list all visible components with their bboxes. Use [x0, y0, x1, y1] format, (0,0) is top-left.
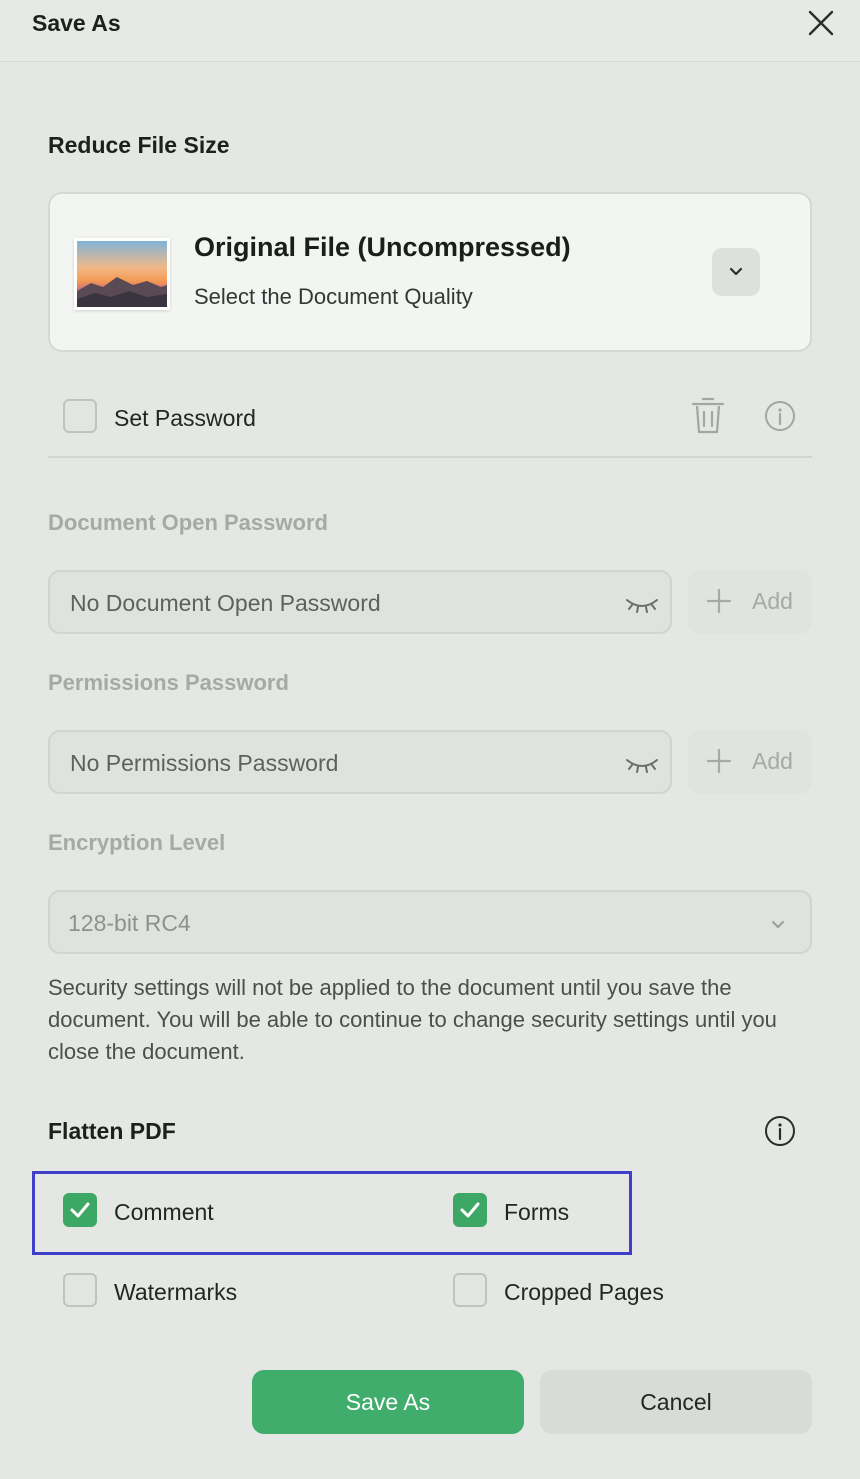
chevron-down-icon	[729, 267, 743, 276]
permissions-password-label: Permissions Password	[48, 670, 289, 695]
flatten-info-icon[interactable]	[764, 1115, 796, 1147]
watermarks-label: Watermarks	[114, 1279, 238, 1305]
quality-title: Original File (Uncompressed)	[194, 232, 571, 262]
save-as-button[interactable]: Save As	[252, 1370, 524, 1434]
open-password-label: Document Open Password	[48, 510, 328, 535]
quality-dropdown-button[interactable]	[712, 248, 760, 296]
encryption-level-value: 128-bit RC4	[68, 910, 191, 936]
eye-closed-icon[interactable]	[624, 752, 660, 776]
add-open-password-label: Add	[752, 588, 793, 614]
trash-icon[interactable]	[688, 394, 728, 436]
open-password-value: No Document Open Password	[70, 590, 381, 616]
encryption-level-select[interactable]: 128-bit RC4	[48, 890, 812, 954]
add-open-password-button[interactable]: Add	[688, 570, 812, 634]
permissions-password-field[interactable]: No Permissions Password	[48, 730, 672, 794]
add-permissions-password-label: Add	[752, 748, 793, 774]
permissions-password-value: No Permissions Password	[70, 750, 339, 776]
comment-label: Comment	[114, 1199, 214, 1225]
add-permissions-password-button[interactable]: Add	[688, 730, 812, 794]
security-note: Security settings will not be applied to…	[48, 975, 777, 1064]
document-quality-selector[interactable]: Original File (Uncompressed) Select the …	[48, 192, 812, 352]
cropped-pages-label: Cropped Pages	[504, 1279, 664, 1305]
set-password-label: Set Password	[114, 405, 256, 431]
cancel-button[interactable]: Cancel	[540, 1370, 812, 1434]
forms-label: Forms	[504, 1199, 570, 1225]
plus-icon	[706, 748, 732, 774]
cropped-pages-checkbox[interactable]	[453, 1273, 487, 1307]
section-divider	[48, 456, 812, 458]
dialog-title: Save As	[32, 10, 121, 36]
plus-icon	[706, 588, 732, 614]
open-password-field[interactable]: No Document Open Password	[48, 570, 672, 634]
checkmark-icon	[460, 1202, 480, 1218]
dialog-titlebar: Save As	[0, 0, 860, 62]
quality-subtitle: Select the Document Quality	[194, 284, 473, 309]
set-password-checkbox[interactable]	[63, 399, 97, 433]
quality-thumbnail	[74, 238, 170, 310]
forms-checkbox[interactable]	[453, 1193, 487, 1227]
reduce-file-size-heading: Reduce File Size	[48, 132, 230, 158]
watermarks-checkbox[interactable]	[63, 1273, 97, 1307]
flatten-pdf-heading: Flatten PDF	[48, 1118, 176, 1144]
eye-closed-icon[interactable]	[624, 592, 660, 616]
save-as-dialog: Save As Reduce File Size Original File (…	[0, 0, 860, 1479]
comment-checkbox[interactable]	[63, 1193, 97, 1227]
checkmark-icon	[70, 1202, 90, 1218]
encryption-level-label: Encryption Level	[48, 830, 226, 855]
chevron-down-icon	[772, 921, 784, 928]
close-icon[interactable]	[804, 6, 838, 40]
password-info-icon[interactable]	[764, 400, 796, 432]
